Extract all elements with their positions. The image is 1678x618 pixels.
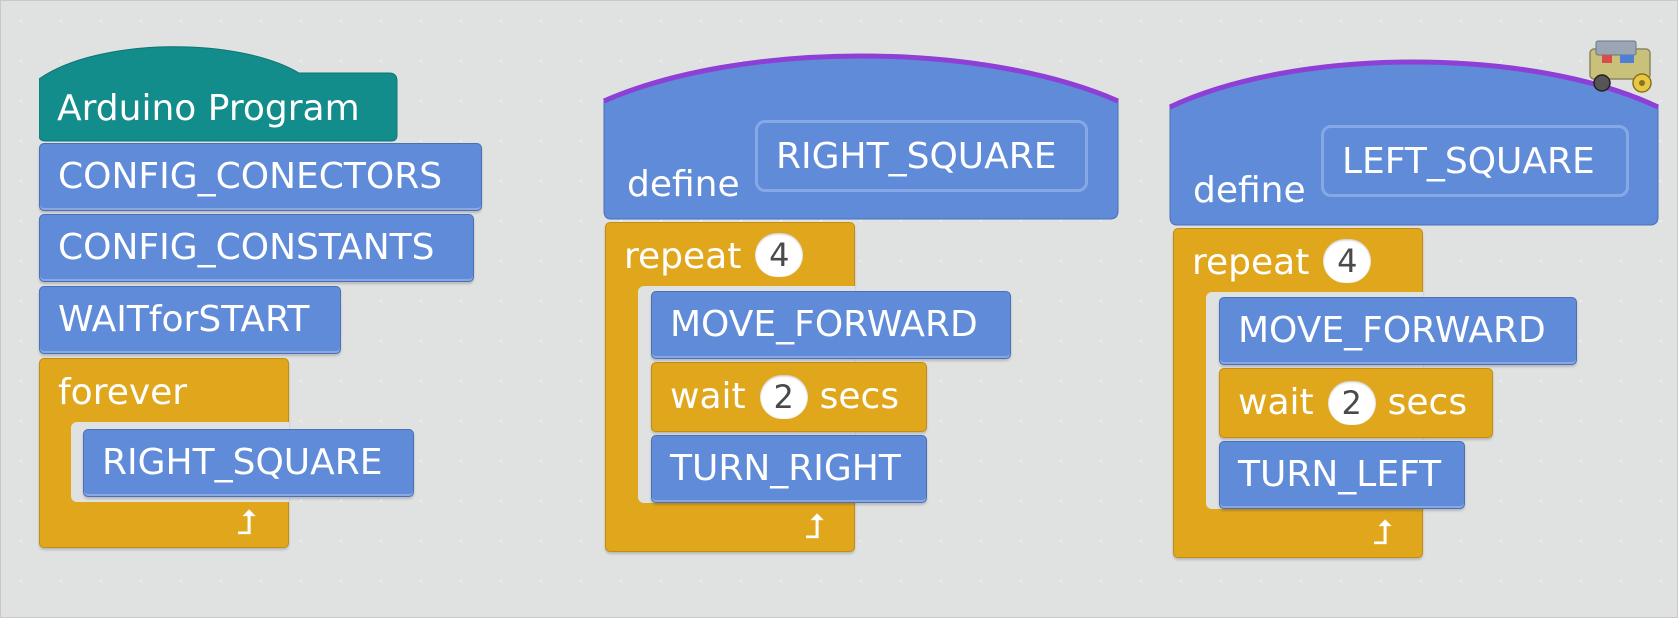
- right-square-name-field[interactable]: RIGHT_SQUARE: [755, 120, 1088, 192]
- config-constants-label: CONFIG_CONSTANTS: [58, 227, 435, 268]
- repeat-label: repeat: [624, 236, 742, 277]
- loop-arrow-icon: ⮥: [805, 507, 826, 547]
- repeat-count-input[interactable]: 4: [1323, 239, 1372, 283]
- define-label: define: [1193, 170, 1306, 211]
- wait-block[interactable]: wait 2 secs: [1219, 368, 1493, 438]
- move-forward-label: MOVE_FORWARD: [670, 304, 978, 345]
- wait-for-start-block[interactable]: WAITforSTART: [39, 286, 341, 354]
- secs-label: secs: [819, 376, 900, 417]
- loop-arrow-icon: ⮥: [237, 503, 258, 543]
- wait-block[interactable]: wait 2 secs: [651, 362, 927, 432]
- turn-left-label: TURN_LEFT: [1238, 454, 1442, 495]
- right-square-call-block[interactable]: RIGHT_SQUARE: [83, 429, 414, 497]
- move-forward-block[interactable]: MOVE_FORWARD: [1219, 297, 1577, 365]
- move-forward-block[interactable]: MOVE_FORWARD: [651, 291, 1011, 359]
- wait-for-start-label: WAITforSTART: [58, 299, 310, 340]
- wait-seconds-input[interactable]: 2: [759, 375, 808, 419]
- wait-label: wait: [1238, 382, 1314, 423]
- right-square-name-label: RIGHT_SQUARE: [776, 135, 1057, 177]
- wait-seconds-input[interactable]: 2: [1327, 381, 1376, 425]
- wait-label: wait: [670, 376, 746, 417]
- secs-label: secs: [1387, 382, 1468, 423]
- arduino-hat-label: Arduino Program: [57, 88, 360, 129]
- scripts-area[interactable]: Arduino Program CONFIG_CONECTORS CONFIG_…: [0, 0, 1678, 618]
- left-square-name-label: LEFT_SQUARE: [1342, 140, 1595, 182]
- right-square-call-label: RIGHT_SQUARE: [102, 442, 383, 483]
- left-square-name-field[interactable]: LEFT_SQUARE: [1321, 125, 1629, 197]
- config-conectors-label: CONFIG_CONECTORS: [58, 156, 443, 197]
- turn-right-block[interactable]: TURN_RIGHT: [651, 435, 927, 503]
- arduino-program-hat-block[interactable]: Arduino Program: [39, 43, 399, 143]
- forever-label: forever: [58, 372, 188, 413]
- repeat-label: repeat: [1192, 242, 1310, 283]
- config-constants-block[interactable]: CONFIG_CONSTANTS: [39, 214, 474, 282]
- loop-arrow-icon: ⮥: [1373, 513, 1394, 553]
- turn-right-label: TURN_RIGHT: [670, 448, 901, 489]
- turn-left-block[interactable]: TURN_LEFT: [1219, 441, 1465, 509]
- define-label: define: [627, 164, 740, 205]
- repeat-count-input[interactable]: 4: [755, 233, 804, 277]
- config-conectors-block[interactable]: CONFIG_CONECTORS: [39, 143, 482, 211]
- robot-sprite-icon[interactable]: [1586, 33, 1660, 95]
- move-forward-label: MOVE_FORWARD: [1238, 310, 1546, 351]
